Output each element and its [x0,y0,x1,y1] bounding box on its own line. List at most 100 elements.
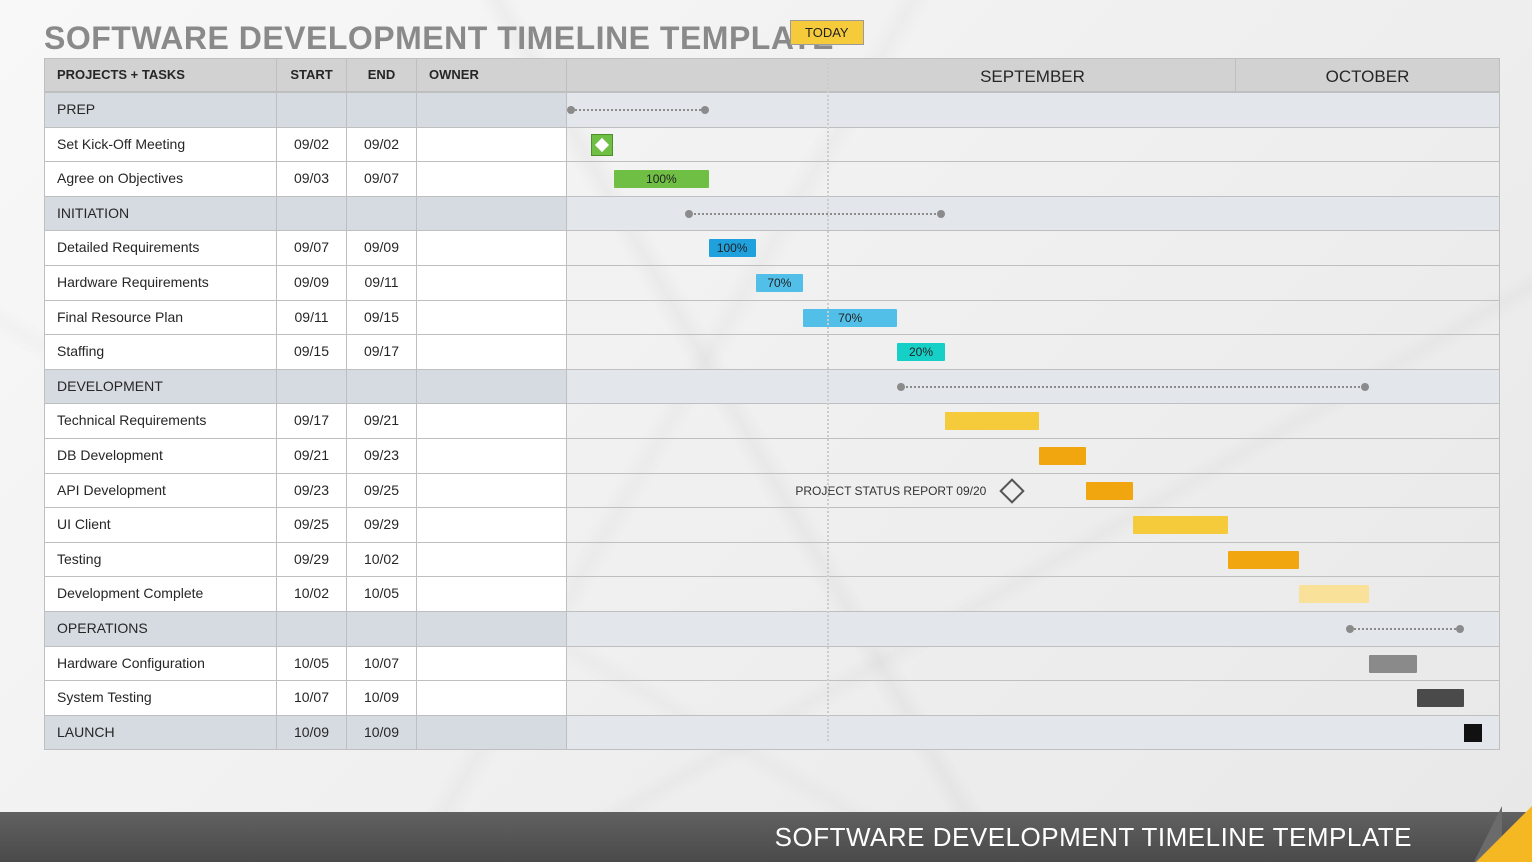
cell-start: 10/02 [277,577,347,611]
cell-end: 09/17 [347,335,417,369]
cell-start: 09/23 [277,474,347,508]
cell-start [277,612,347,646]
gantt-header: SEPTEMBER OCTOBER [567,59,1499,91]
cell-name: UI Client [45,508,277,542]
group-span [1346,627,1464,631]
table-row: DB Development09/2109/23 [45,438,1499,473]
table-row: System Testing10/0710/09 [45,680,1499,715]
task-bar[interactable] [1369,655,1416,673]
cell-owner [417,128,567,162]
task-bar[interactable]: 20% [897,343,944,361]
cell-name: PREP [45,93,277,127]
cell-name: Hardware Configuration [45,647,277,681]
cell-start: 09/11 [277,301,347,335]
task-bar[interactable] [945,412,1039,430]
table-row: Hardware Requirements09/0909/11 70% [45,265,1499,300]
cell-name: Technical Requirements [45,404,277,438]
table-row: UI Client09/2509/29 [45,507,1499,542]
gantt-cell: 20% [567,335,1499,369]
cell-end [347,93,417,127]
gantt-cell [567,508,1499,542]
footer: SOFTWARE DEVELOPMENT TIMELINE TEMPLATE [0,812,1532,862]
cell-name: LAUNCH [45,716,277,750]
cell-name: INITIATION [45,197,277,231]
cell-start: 10/05 [277,647,347,681]
cell-end: 09/15 [347,301,417,335]
cell-owner [417,162,567,196]
cell-start [277,370,347,404]
task-bar[interactable] [1228,551,1299,569]
page-title: SOFTWARE DEVELOPMENT TIMELINE TEMPLATE [44,20,834,57]
task-bar[interactable] [1299,585,1370,603]
cell-end: 10/05 [347,577,417,611]
cell-name: Final Resource Plan [45,301,277,335]
gantt-cell [567,612,1499,646]
cell-name: Hardware Requirements [45,266,277,300]
gantt-cell [567,577,1499,611]
task-bar[interactable]: 100% [614,170,708,188]
table-row: OPERATIONS [45,611,1499,646]
cell-owner [417,231,567,265]
table-row: INITIATION [45,196,1499,231]
diamond-icon [1000,478,1025,503]
table-row: LAUNCH10/0910/09 [45,715,1499,750]
cell-name: Set Kick-Off Meeting [45,128,277,162]
cell-end: 09/21 [347,404,417,438]
gantt-cell [567,404,1499,438]
cell-start: 09/25 [277,508,347,542]
milestone-icon[interactable] [1464,724,1482,742]
cell-end: 09/11 [347,266,417,300]
cell-start: 09/09 [277,266,347,300]
cell-start: 09/03 [277,162,347,196]
month-october: OCTOBER [1236,59,1499,91]
cell-owner [417,370,567,404]
task-bar[interactable] [1417,689,1464,707]
task-bar[interactable]: 70% [756,274,803,292]
cell-owner [417,577,567,611]
cell-owner [417,647,567,681]
cell-start: 10/09 [277,716,347,750]
col-owner: OWNER [417,59,567,91]
cell-owner [417,266,567,300]
gantt-cell [567,716,1499,750]
task-bar[interactable]: 70% [803,309,897,327]
cell-name: Agree on Objectives [45,162,277,196]
cell-start: 09/07 [277,231,347,265]
cell-end [347,197,417,231]
cell-start: 09/29 [277,543,347,577]
gantt-cell: PROJECT STATUS REPORT 09/20 [567,474,1499,508]
task-bar[interactable] [1039,447,1086,465]
table-body: PREPSet Kick-Off Meeting09/0209/02Agree … [44,92,1500,750]
col-end: END [347,59,417,91]
gantt-cell [567,370,1499,404]
gantt-cell [567,439,1499,473]
gantt-cell: 100% [567,162,1499,196]
cell-end: 10/09 [347,681,417,715]
cell-name: Detailed Requirements [45,231,277,265]
footer-accent-icon [1476,806,1532,862]
table-row: Staffing09/1509/1720% [45,334,1499,369]
today-marker-label: TODAY [790,20,864,45]
cell-owner [417,301,567,335]
milestone-icon[interactable] [591,134,613,156]
table-row: Technical Requirements09/1709/21 [45,403,1499,438]
task-bar[interactable]: 100% [709,239,756,257]
cell-owner [417,404,567,438]
table-row: Final Resource Plan09/1109/15 70% [45,300,1499,335]
cell-owner [417,474,567,508]
task-bar[interactable] [1086,482,1133,500]
cell-end: 09/09 [347,231,417,265]
col-start: START [277,59,347,91]
task-bar[interactable] [1133,516,1227,534]
gantt-cell [567,647,1499,681]
cell-owner [417,93,567,127]
group-span [897,385,1369,389]
table-row: Development Complete10/0210/05 [45,576,1499,611]
cell-start: 09/02 [277,128,347,162]
cell-owner [417,335,567,369]
table-row: API Development09/2309/25PROJECT STATUS … [45,473,1499,508]
cell-owner [417,543,567,577]
cell-name: DB Development [45,439,277,473]
gantt-cell: 70% [567,301,1499,335]
cell-owner [417,612,567,646]
